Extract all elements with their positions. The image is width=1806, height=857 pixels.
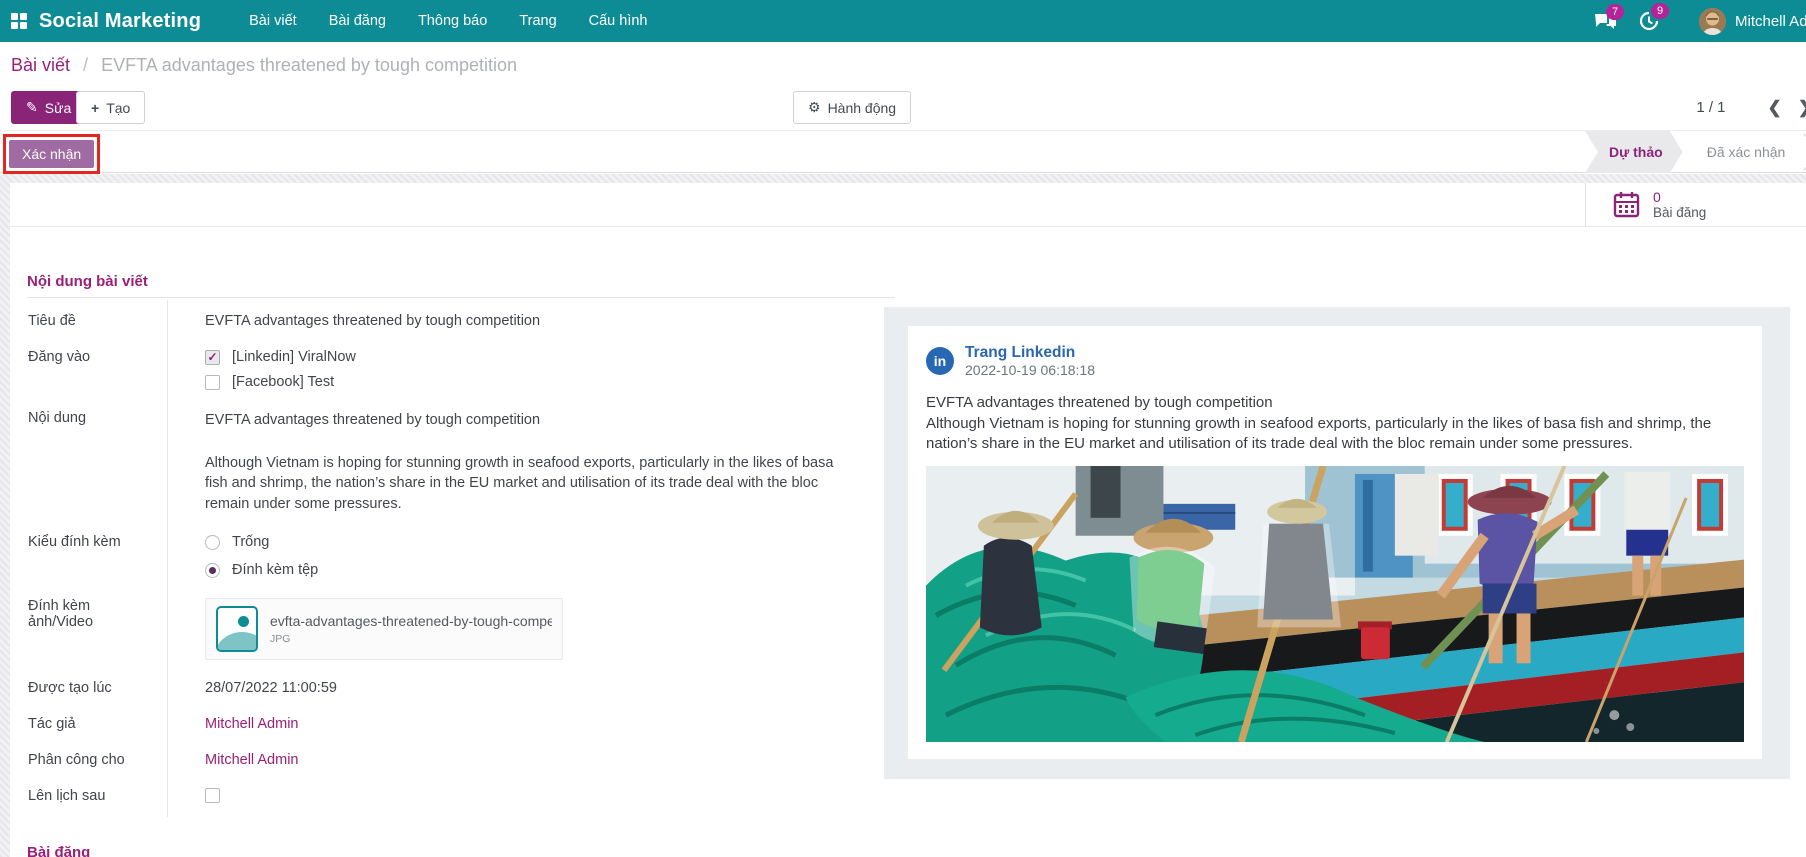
sheet-background: 0 Bài đăng Nội dung bài viết Tiêu đề EVF… bbox=[0, 174, 1806, 857]
preview-message-line-2: Although Vietnam is hoping for stunning … bbox=[926, 414, 1744, 455]
pager: 1 / 1 ❮ ❯ bbox=[1696, 91, 1806, 124]
menu-settings[interactable]: Cấu hình bbox=[573, 0, 664, 42]
message-field-value: EVFTA advantages threatened by tough com… bbox=[167, 400, 895, 524]
attachment-field-label: Đính kèm ảnh/Video bbox=[27, 588, 167, 670]
create-button[interactable]: + Tạo bbox=[76, 91, 145, 124]
annotation-highlight-box: Xác nhận bbox=[3, 134, 100, 174]
posts-smart-button[interactable]: 0 Bài đăng bbox=[1585, 183, 1806, 226]
top-navbar: Social Marketing Bài viết Bài đăng Thông… bbox=[0, 0, 1806, 42]
linkedin-icon: in bbox=[926, 347, 954, 375]
message-line-1: EVFTA advantages threatened by tough com… bbox=[205, 410, 860, 431]
user-avatar bbox=[1699, 8, 1726, 35]
edit-button[interactable]: ✎ Sửa bbox=[11, 91, 86, 124]
plus-icon: + bbox=[91, 100, 99, 116]
preview-message: EVFTA advantages threatened by tough com… bbox=[926, 393, 1744, 455]
image-file-icon bbox=[216, 606, 258, 652]
breadcrumb: Bài viết / EVFTA advantages threatened b… bbox=[11, 55, 517, 76]
user-menu[interactable]: Mitchell Admin bbox=[1699, 8, 1806, 35]
action-button[interactable]: ⚙ Hành động bbox=[793, 91, 911, 124]
posts-count: 0 bbox=[1653, 189, 1706, 205]
button-box-row: 0 Bài đăng bbox=[10, 183, 1806, 227]
status-step-draft[interactable]: Dự thảo bbox=[1585, 131, 1683, 173]
app-brand[interactable]: Social Marketing bbox=[39, 10, 201, 33]
control-panel-breadcrumb-row: Bài viết / EVFTA advantages threatened b… bbox=[0, 42, 1806, 88]
radio-attachment-file-label: Đính kèm tệp bbox=[232, 562, 318, 578]
confirm-button[interactable]: Xác nhận bbox=[9, 140, 94, 168]
checkbox-facebook-account[interactable] bbox=[205, 375, 220, 390]
posts-count-label: Bài đăng bbox=[1653, 205, 1706, 221]
preview-message-line-1: EVFTA advantages threatened by tough com… bbox=[926, 393, 1744, 414]
navbar-systray: 7 9 bbox=[1594, 0, 1806, 42]
activity-icon[interactable]: 9 bbox=[1639, 11, 1659, 31]
preview-card-header: in Trang Linkedin 2022-10-19 06:18:18 bbox=[926, 343, 1744, 380]
checkbox-linkedin-label: [Linkedin] ViralNow bbox=[232, 349, 356, 365]
activity-badge: 9 bbox=[1651, 3, 1669, 19]
assigned-to-field-label: Phân công cho bbox=[27, 742, 167, 778]
edit-button-label: Sửa bbox=[45, 100, 72, 116]
checkbox-facebook-label: [Facebook] Test bbox=[232, 374, 334, 390]
assigned-to-link[interactable]: Mitchell Admin bbox=[205, 752, 298, 768]
pencil-icon: ✎ bbox=[26, 99, 38, 116]
form-fields: Tiêu đề EVFTA advantages threatened by t… bbox=[27, 300, 895, 817]
sheet-content: Nội dung bài viết Tiêu đề EVFTA advantag… bbox=[10, 227, 1806, 857]
schedule-later-field-label: Lên lịch sau bbox=[27, 778, 167, 817]
main-menu: Bài viết Bài đăng Thông báo Trang Cấu hì… bbox=[233, 0, 663, 42]
form-sheet: 0 Bài đăng Nội dung bài viết Tiêu đề EVF… bbox=[10, 183, 1806, 857]
social-marketing-app: Social Marketing Bài viết Bài đăng Thông… bbox=[0, 0, 1806, 857]
author-field-label: Tác giả bbox=[27, 706, 167, 742]
author-link[interactable]: Mitchell Admin bbox=[205, 716, 298, 732]
pager-previous-button[interactable]: ❮ bbox=[1760, 98, 1790, 118]
preview-timestamp: 2022-10-19 06:18:18 bbox=[965, 362, 1095, 380]
post-on-field-label: Đăng vào bbox=[27, 339, 167, 400]
radio-attachment-none-label: Trống bbox=[232, 534, 269, 550]
attachment-type-field-label: Kiểu đính kèm bbox=[27, 524, 167, 588]
menu-posts-feed[interactable]: Bài viết bbox=[233, 0, 313, 42]
linkedin-preview-card: in Trang Linkedin 2022-10-19 06:18:18 EV… bbox=[908, 326, 1762, 759]
apps-grid-icon[interactable] bbox=[11, 13, 27, 29]
breadcrumb-parent-link[interactable]: Bài viết bbox=[11, 55, 70, 75]
breadcrumb-separator: / bbox=[83, 55, 88, 75]
created-on-field-label: Được tạo lúc bbox=[27, 670, 167, 706]
create-button-label: Tạo bbox=[106, 100, 130, 116]
calendar-icon bbox=[1613, 191, 1640, 218]
message-line-2: Although Vietnam is hoping for stunning … bbox=[205, 453, 860, 515]
action-button-label: Hành động bbox=[828, 100, 897, 116]
messages-icon[interactable]: 7 bbox=[1594, 12, 1617, 31]
menu-posts[interactable]: Bài đăng bbox=[313, 0, 402, 42]
statusbar-steps: Dự thảo Đã xác nhận Đã hủy bbox=[1585, 131, 1806, 173]
pager-value: 1 / 1 bbox=[1696, 99, 1725, 116]
preview-account-name: Trang Linkedin bbox=[965, 343, 1095, 362]
attachment-file-name: evfta-advantages-threatened-by-tough-com… bbox=[270, 612, 552, 630]
radio-attachment-none[interactable] bbox=[205, 535, 220, 550]
breadcrumb-current: EVFTA advantages threatened by tough com… bbox=[101, 55, 517, 75]
form-left-column: Nội dung bài viết Tiêu đề EVFTA advantag… bbox=[27, 227, 895, 857]
checkbox-linkedin-account[interactable]: ✓ bbox=[205, 350, 220, 365]
post-preview-panel: in Trang Linkedin 2022-10-19 06:18:18 EV… bbox=[884, 307, 1790, 779]
user-name: Mitchell Admin bbox=[1735, 13, 1806, 30]
messages-badge: 7 bbox=[1606, 4, 1624, 20]
form-statusbar: Xác nhận Dự thảo Đã xác nhận Đã hủy bbox=[0, 130, 1806, 173]
posts-section-title: Bài đăng bbox=[27, 844, 895, 857]
menu-notifications[interactable]: Thông báo bbox=[402, 0, 503, 42]
created-on-field-value: 28/07/2022 11:00:59 bbox=[167, 670, 895, 706]
gear-icon: ⚙ bbox=[808, 99, 821, 116]
title-field-label: Tiêu đề bbox=[27, 300, 167, 339]
attachment-file-ext: JPG bbox=[270, 633, 552, 647]
pager-next-button[interactable]: ❯ bbox=[1790, 98, 1806, 118]
radio-attachment-file[interactable] bbox=[205, 563, 220, 578]
preview-photo-fishermen-boat bbox=[926, 466, 1744, 742]
schedule-later-checkbox[interactable] bbox=[205, 788, 220, 803]
control-panel-buttons-row: ✎ Sửa + Tạo ⚙ Hành động 1 / 1 ❮ ❯ bbox=[0, 88, 1806, 130]
attachment-file-card[interactable]: evfta-advantages-threatened-by-tough-com… bbox=[205, 598, 563, 660]
message-field-label: Nội dung bbox=[27, 400, 167, 524]
content-section-title: Nội dung bài viết bbox=[27, 273, 895, 298]
title-field-value: EVFTA advantages threatened by tough com… bbox=[167, 300, 895, 339]
menu-pages[interactable]: Trang bbox=[503, 0, 572, 42]
